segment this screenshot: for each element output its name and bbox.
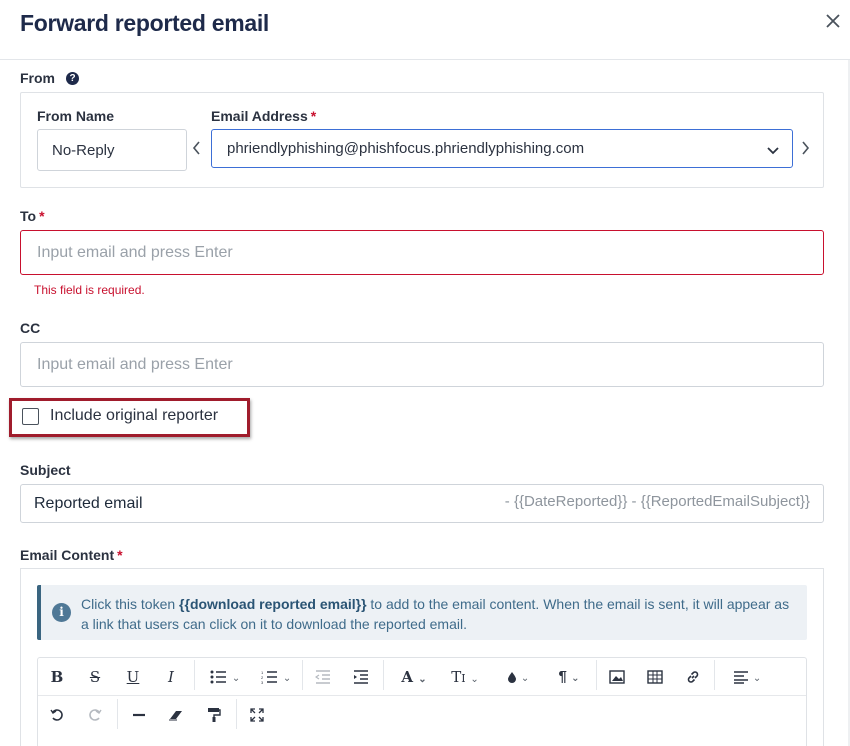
paint-format-icon[interactable] <box>203 703 225 727</box>
link-icon[interactable] <box>682 665 704 689</box>
chevron-down-icon[interactable] <box>766 143 780 161</box>
dialog-title: Forward reported email <box>20 10 270 36</box>
to-label: To * <box>20 208 45 224</box>
chevron-left-icon[interactable] <box>192 140 202 161</box>
required-marker: * <box>310 108 317 124</box>
table-icon[interactable] <box>644 665 666 689</box>
undo-icon[interactable] <box>46 703 68 727</box>
to-input[interactable]: Input email and press Enter <box>20 230 824 275</box>
eraser-icon[interactable] <box>165 703 187 727</box>
outdent-icon[interactable] <box>312 665 334 689</box>
close-icon[interactable] <box>822 10 844 32</box>
from-name-value: No-Reply <box>52 142 115 159</box>
download-token-link[interactable]: {{download reported email}} <box>179 596 366 612</box>
redo-icon[interactable] <box>84 703 106 727</box>
from-section-label: From <box>20 70 55 86</box>
toolbar-separator <box>117 699 118 729</box>
strikethrough-icon[interactable]: S <box>85 665 105 689</box>
help-icon[interactable]: ? <box>66 72 79 85</box>
subject-value: Reported email <box>34 495 143 512</box>
toolbar-separator <box>714 660 715 690</box>
include-original-reporter-checkbox[interactable] <box>22 408 39 425</box>
email-address-label-text: Email Address <box>211 108 308 124</box>
cc-input[interactable]: Input email and press Enter <box>20 342 824 387</box>
align-icon[interactable]: ⌄ <box>726 665 768 689</box>
to-placeholder: Input email and press Enter <box>37 244 233 261</box>
toolbar-divider <box>38 695 806 696</box>
bold-icon[interactable]: B <box>47 665 67 689</box>
info-text: Click this token {{download reported ema… <box>81 594 791 634</box>
toolbar-separator <box>383 660 384 690</box>
fullscreen-icon[interactable] <box>246 703 268 727</box>
toolbar-separator <box>302 660 303 690</box>
toolbar-separator <box>194 660 195 690</box>
email-address-value: phriendlyphishing@phishfocus.phriendlyph… <box>227 140 585 157</box>
required-marker: * <box>39 208 45 224</box>
email-address-select[interactable]: phriendlyphishing@phishfocus.phriendlyph… <box>211 129 793 168</box>
paragraph-icon[interactable]: ¶ ⌄ <box>550 665 588 689</box>
subject-label: Subject <box>20 462 71 478</box>
image-icon[interactable] <box>606 665 628 689</box>
chevron-right-icon[interactable] <box>800 140 810 161</box>
numbered-list-icon[interactable]: 123 ⌄ <box>256 665 296 689</box>
cc-placeholder: Input email and press Enter <box>37 356 233 373</box>
info-prefix: Click this token <box>81 596 180 612</box>
subject-suffix: - {{DateReported}} - {{ReportedEmailSubj… <box>504 493 810 510</box>
dialog-header: Forward reported email <box>0 0 850 60</box>
from-name-field[interactable]: No-Reply <box>37 129 187 171</box>
include-original-reporter-label[interactable]: Include original reporter <box>50 407 218 425</box>
font-color-icon[interactable]: A ⌄ <box>394 665 434 689</box>
toolbar-separator <box>596 660 597 690</box>
from-name-label: From Name <box>37 108 115 124</box>
color-fill-icon[interactable]: ⌄ <box>498 665 538 689</box>
cc-label: CC <box>20 320 41 336</box>
indent-icon[interactable] <box>350 665 372 689</box>
email-content-label-text: Email Content <box>20 547 115 563</box>
horizontal-rule-icon[interactable] <box>128 703 150 727</box>
info-icon: i <box>52 603 71 622</box>
email-content-label: Email Content * <box>20 547 123 563</box>
to-label-text: To <box>20 208 37 224</box>
toolbar-separator <box>236 699 237 729</box>
svg-text:3: 3 <box>261 680 264 684</box>
italic-icon[interactable]: I <box>161 665 181 689</box>
email-address-label: Email Address * <box>211 108 316 124</box>
text-size-icon[interactable]: TI ⌄ <box>444 665 486 689</box>
bullet-list-icon[interactable]: ⌄ <box>205 665 245 689</box>
to-error-message: This field is required. <box>34 283 145 297</box>
required-marker: * <box>117 547 123 563</box>
underline-icon[interactable]: U <box>123 665 143 689</box>
